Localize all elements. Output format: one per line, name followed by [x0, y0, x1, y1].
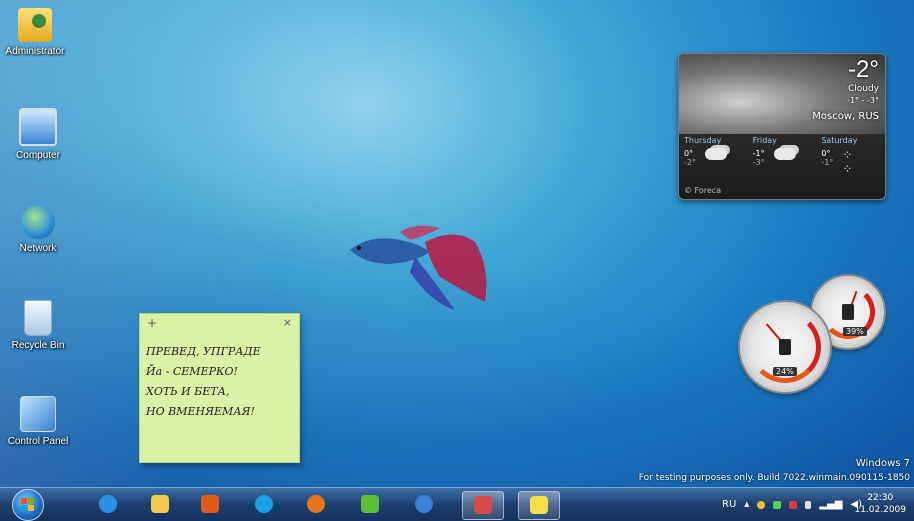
signal-icon[interactable]: ▂▄▆	[819, 499, 842, 510]
clock-date: 11.02.2009	[854, 505, 906, 515]
sticky-note[interactable]: + × ПРЕВЕД, УПГРАДЕ Йа - СЕМЕРКО! ХОТЬ И…	[139, 313, 300, 463]
taskbar-firefox-button[interactable]	[296, 491, 336, 518]
messenger-icon	[415, 495, 433, 513]
forecast-day-name: Thursday	[684, 136, 722, 145]
firefox-icon	[307, 495, 325, 513]
cpu-chip-icon	[779, 339, 791, 355]
cpu-percent: 24%	[773, 367, 797, 376]
note-text[interactable]: ПРЕВЕД, УПГРАДЕ Йа - СЕМЕРКО! ХОТЬ И БЕТ…	[140, 332, 299, 422]
language-indicator[interactable]: RU	[722, 499, 736, 510]
show-hidden-icon[interactable]: ▴	[744, 499, 749, 510]
desktop-icon-recycle-bin[interactable]: Recycle Bin	[3, 300, 73, 351]
cloud-icon	[705, 148, 727, 160]
battery-icon[interactable]	[805, 500, 812, 509]
desktop-icon-administrator[interactable]: Administrator	[0, 8, 70, 57]
desktop-icon-label: Computer	[16, 150, 60, 161]
computer-icon	[19, 108, 57, 146]
note-line: НО ВМЕНЯЕМАЯ!	[146, 405, 255, 418]
taskbar-explorer-button[interactable]	[140, 491, 180, 518]
weather-city: Moscow, RUS	[812, 111, 879, 122]
taskbar-messenger-button[interactable]	[404, 491, 444, 518]
forecast-day: Saturday 0° -1°	[816, 136, 885, 167]
weather-gadget[interactable]: -2° Cloudy -1° - -3° Moscow, RUS Thursda…	[678, 53, 886, 200]
taskbar: RU ▴ ▂▄▆ ◀) 22:30 11.02.2009	[0, 487, 914, 521]
temperature-range: -1° - -3°	[847, 96, 879, 105]
desktop-icon-label: Network	[19, 243, 57, 254]
skype-icon	[255, 495, 273, 513]
note-toolbar: + ×	[140, 314, 299, 332]
desktop-icon-computer[interactable]: Computer	[3, 108, 73, 161]
control-panel-icon	[20, 396, 56, 432]
taskbar-sticky-notes-button[interactable]	[518, 491, 560, 520]
desktop-icon-network[interactable]: Network	[3, 205, 73, 254]
build-watermark: For testing purposes only. Build 7022.wi…	[638, 473, 910, 483]
network-app-icon	[361, 495, 379, 513]
forecast-day-name: Saturday	[821, 136, 858, 145]
cloud-icon	[773, 148, 796, 160]
taskbar-ie-button[interactable]	[88, 491, 128, 518]
desktop-icon-label: Administrator	[5, 46, 65, 57]
internet-explorer-icon	[99, 495, 117, 513]
taskbar-network-app-button[interactable]	[350, 491, 390, 518]
windows-logo-icon	[21, 498, 35, 512]
weather-condition: Cloudy	[847, 84, 879, 94]
clock-time: 22:30	[867, 493, 894, 503]
user-folder-icon	[18, 8, 52, 42]
forecast-day: Thursday 0° -2°	[679, 136, 748, 167]
snow-rain-icon	[842, 148, 864, 160]
system-tray: RU ▴ ▂▄▆ ◀)	[722, 488, 862, 521]
cpu-dial: 24%	[740, 302, 830, 392]
sticky-notes-icon	[530, 496, 548, 514]
os-edition-watermark: Windows 7	[855, 458, 910, 469]
clock[interactable]: 22:30 11.02.2009	[854, 492, 906, 516]
network-error-icon[interactable]	[789, 500, 798, 509]
note-line: Йа - СЕМЕРКО!	[146, 365, 238, 378]
taskbar-skype-button[interactable]	[244, 491, 284, 518]
desktop-icon-label: Control Panel	[7, 436, 69, 447]
update-icon[interactable]	[773, 500, 782, 509]
taskbar-paint-button[interactable]	[462, 491, 504, 520]
note-line: ПРЕВЕД, УПГРАДЕ	[146, 345, 261, 358]
network-globe-icon	[21, 205, 55, 239]
forecast-day-name: Friday	[752, 136, 777, 145]
security-icon[interactable]	[757, 500, 766, 509]
paint-icon	[474, 496, 492, 514]
forecast-day: Friday -1° -3°	[748, 136, 817, 167]
windows-explorer-icon	[151, 495, 169, 513]
delete-note-button[interactable]: ×	[283, 316, 292, 329]
taskbar-media-player-button[interactable]	[190, 491, 230, 518]
weather-provider[interactable]: © Foreca	[684, 186, 721, 195]
memory-chip-icon	[842, 304, 854, 320]
recycle-bin-icon	[24, 300, 52, 336]
media-player-icon	[201, 495, 219, 513]
desktop-icon-control-panel[interactable]: Control Panel	[3, 396, 73, 447]
memory-percent: 39%	[843, 327, 867, 336]
desktop-icon-label: Recycle Bin	[11, 340, 65, 351]
current-temperature: -2°	[848, 56, 879, 83]
cpu-meter-gadget[interactable]: 39% 24%	[740, 276, 914, 392]
note-line: ХОТЬ И БЕТА,	[146, 385, 230, 398]
forecast-row: Thursday 0° -2° Friday -1° -3° Saturday …	[679, 136, 885, 167]
add-note-button[interactable]: +	[147, 316, 157, 330]
start-button[interactable]	[12, 489, 44, 521]
fish-wallpaper-image	[350, 225, 487, 310]
